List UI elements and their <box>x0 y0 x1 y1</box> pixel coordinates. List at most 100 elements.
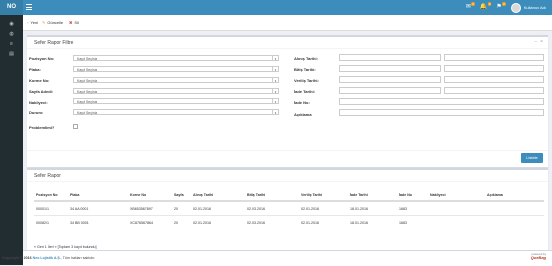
description-label: Açıklama <box>294 112 312 117</box>
mail-icon[interactable]: ✉ 0 <box>466 0 475 15</box>
column-header[interactable]: Açıklama <box>485 190 544 202</box>
new-icon: ▫ <box>27 20 29 25</box>
notification-badge: 0 <box>487 2 492 6</box>
return-date-start-input[interactable] <box>339 87 441 94</box>
return-date-end-input[interactable] <box>444 87 544 94</box>
table-cell <box>428 215 485 229</box>
table-row[interactable]: 00082/1 34 BB 0001 XC876567864 20 02.01.… <box>34 215 544 229</box>
description-input[interactable] <box>339 109 544 116</box>
status-select[interactable]: Kayıt Seçiniz ▾ <box>73 109 279 115</box>
delete-icon: ✖ <box>69 20 73 25</box>
user-menu[interactable]: Kullanıcı Adı <box>510 2 546 13</box>
column-header[interactable]: Pozisyon No <box>34 190 68 202</box>
dropdown-arrow-icon: ▾ <box>272 67 278 72</box>
globe-icon[interactable]: ◍ <box>0 29 23 39</box>
end-date-start-input[interactable] <box>339 65 441 72</box>
close-icon[interactable]: × <box>540 39 543 45</box>
table-cell <box>428 200 485 216</box>
dropdown-arrow-icon: ▾ <box>272 78 278 83</box>
panel-tools: − × <box>534 39 543 45</box>
position-no-select[interactable]: Kayıt Seçiniz ▾ <box>73 55 279 61</box>
report-panel: Sefer Rapor Pozisyon No Plaka Korne No S… <box>27 168 548 250</box>
carrier-label: Nakliyeci: <box>29 100 48 105</box>
column-header[interactable]: Sayfa <box>172 190 191 202</box>
book-icon[interactable]: ▤ <box>0 49 23 59</box>
pickup-date-end-input[interactable] <box>444 54 544 61</box>
report-table: Pozisyon No Plaka Korne No Sayfa Alınış … <box>34 190 544 229</box>
table-cell: 00001/1 <box>34 200 68 216</box>
column-header[interactable]: Alınış Tarihi <box>191 190 245 202</box>
table-cell: 1683 <box>397 200 428 216</box>
delete-button[interactable]: ✖ Sil <box>69 19 79 26</box>
user-name: Kullanıcı Adı <box>523 5 546 10</box>
app-logo[interactable]: NO <box>0 0 23 15</box>
carrier-select[interactable]: Kayıt Seçiniz ▾ <box>73 98 279 104</box>
collapse-icon[interactable]: − <box>534 39 537 45</box>
column-header[interactable]: Bitiş Tarihi <box>245 190 299 202</box>
page-count-select[interactable]: Kayıt Seçiniz ▾ <box>73 88 279 94</box>
column-header[interactable]: Nakliyeci <box>428 190 485 202</box>
table-cell: 02.01.2016 <box>191 215 245 229</box>
flag-icon[interactable]: ⚑ 0 <box>496 0 506 15</box>
problem-checkbox[interactable] <box>73 124 78 129</box>
table-cell: 02.03.2016 <box>245 200 299 216</box>
table-cell: 18.01.2016 <box>348 200 397 216</box>
table-header-row: Pozisyon No Plaka Korne No Sayfa Alınış … <box>34 190 544 202</box>
delivery-date-label: Veriliş Tarihi: <box>294 78 319 83</box>
plate-select[interactable]: Kayıt Seçiniz ▾ <box>73 66 279 72</box>
status-label: Durum: <box>29 110 44 115</box>
end-date-end-input[interactable] <box>444 65 544 72</box>
korme-no-label: Korme No: <box>29 78 50 83</box>
table-cell: XB653567897 <box>128 200 172 216</box>
dropdown-arrow-icon: ▾ <box>272 56 278 61</box>
return-no-label: İade No: <box>294 100 310 105</box>
delivery-date-end-input[interactable] <box>444 76 544 83</box>
table-row[interactable]: 00001/1 34 AA 0001 XB653567897 20 02.01.… <box>34 200 544 216</box>
divider <box>27 181 548 182</box>
divider <box>27 48 548 49</box>
column-header[interactable]: İade No <box>397 190 428 202</box>
dropdown-arrow-icon: ▾ <box>272 99 278 104</box>
company-link[interactable]: Neo Lojistik A.Ş. <box>33 256 61 260</box>
pickup-date-start-input[interactable] <box>339 54 441 61</box>
new-button[interactable]: ▫ Yeni <box>27 19 38 26</box>
return-no-input[interactable] <box>339 98 544 105</box>
avatar <box>510 2 521 13</box>
column-header[interactable]: Korne No <box>128 190 172 202</box>
task-badge: 0 <box>502 2 506 6</box>
table-cell: XC876567864 <box>128 215 172 229</box>
quebag-logo[interactable]: QueBag <box>531 256 546 260</box>
column-header[interactable]: Plaka <box>68 190 128 202</box>
top-navbar: NO ✉ 0 🔔 0 ⚑ 0 Kullanıcı Adı <box>0 0 552 15</box>
korme-no-select[interactable]: Kayıt Seçiniz ▾ <box>73 77 279 83</box>
column-header[interactable]: Veriliş Tarihi <box>299 190 348 202</box>
position-no-label: Pozisyon No: <box>29 56 55 61</box>
update-button[interactable]: ✎ Güncelle <box>42 19 63 26</box>
powered-by: powered by QueBag <box>530 252 546 260</box>
copyright-text: Copyright © 2016 Neo Lojistik A.Ş., Tüm … <box>2 256 96 260</box>
list-button[interactable]: Listele <box>521 153 543 163</box>
sidebar: ◉ ◍ ≡ ▤ <box>0 15 23 265</box>
return-date-label: İade Tarihi: <box>294 89 316 94</box>
table-cell: 02.01.2016 <box>191 200 245 216</box>
dropdown-arrow-icon: ▾ <box>272 110 278 115</box>
delivery-date-start-input[interactable] <box>339 76 441 83</box>
filter-panel-title: Sefer Rapor Filtre <box>34 40 74 46</box>
table-cell: 20 <box>172 200 191 216</box>
table-cell: 00082/1 <box>34 215 68 229</box>
dropdown-arrow-icon: ▾ <box>272 89 278 94</box>
bell-icon[interactable]: 🔔 0 <box>480 0 492 15</box>
edit-icon: ✎ <box>42 20 46 25</box>
menu-toggle-icon[interactable] <box>26 4 32 10</box>
mail-badge: 0 <box>471 2 475 6</box>
table-cell: 02.01.2016 <box>299 215 348 229</box>
column-header[interactable]: İade Tarihi <box>348 190 397 202</box>
toolbar: ▫ Yeni ✎ Güncelle ✖ Sil <box>23 15 552 31</box>
pickup-date-label: Alınış Tarihi: <box>294 56 318 61</box>
table-cell: 20 <box>172 215 191 229</box>
table-cell <box>485 215 544 229</box>
pagination[interactable]: « Geri 1 İleri » [Toplam 3 kayıt bulundu… <box>34 245 97 249</box>
table-cell: 18.01.2016 <box>348 215 397 229</box>
list-icon[interactable]: ≡ <box>0 39 23 49</box>
dashboard-icon[interactable]: ◉ <box>0 19 23 29</box>
